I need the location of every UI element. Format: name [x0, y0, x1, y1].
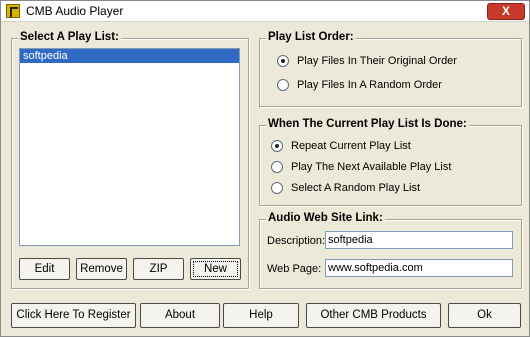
done-repeat-option[interactable]: Repeat Current Play List	[271, 138, 411, 154]
about-button[interactable]: About	[140, 303, 220, 328]
order-random-option[interactable]: Play Files In A Random Order	[277, 77, 442, 93]
remove-button[interactable]: Remove	[76, 258, 127, 280]
website-group: Audio Web Site Link:	[259, 212, 522, 289]
ok-button[interactable]: Ok	[448, 303, 521, 328]
description-field[interactable]: softpedia	[325, 231, 513, 249]
other-products-button[interactable]: Other CMB Products	[306, 303, 441, 328]
app-window: CMB Audio Player X Select A Play List: s…	[0, 0, 530, 337]
radio-label: Play Files In Their Original Order	[297, 55, 457, 67]
help-button[interactable]: Help	[223, 303, 299, 328]
title-bar: CMB Audio Player X	[1, 1, 529, 22]
list-item[interactable]: softpedia	[20, 49, 239, 63]
description-label: Description:	[267, 235, 326, 247]
close-button[interactable]: X	[487, 3, 525, 20]
done-group-title: When The Current Play List Is Done:	[266, 118, 469, 130]
done-next-option[interactable]: Play The Next Available Play List	[271, 159, 451, 175]
radio-button[interactable]	[277, 79, 289, 91]
webpage-label: Web Page:	[267, 263, 322, 275]
radio-button[interactable]	[277, 55, 289, 67]
register-button[interactable]: Click Here To Register	[11, 303, 136, 328]
order-group: Play List Order:	[259, 31, 522, 107]
new-button[interactable]: New	[190, 258, 241, 280]
radio-button[interactable]	[271, 161, 283, 173]
playlist-listbox[interactable]: softpedia	[19, 48, 240, 246]
webpage-field[interactable]: www.softpedia.com	[325, 259, 513, 277]
radio-label: Select A Random Play List	[291, 182, 421, 194]
radio-label: Repeat Current Play List	[291, 140, 411, 152]
zip-button[interactable]: ZIP	[133, 258, 184, 280]
website-group-title: Audio Web Site Link:	[266, 212, 385, 224]
window-title: CMB Audio Player	[26, 4, 124, 18]
order-group-title: Play List Order:	[266, 31, 356, 43]
app-icon	[6, 4, 20, 18]
order-original-option[interactable]: Play Files In Their Original Order	[277, 53, 457, 69]
radio-button[interactable]	[271, 182, 283, 194]
radio-label: Play The Next Available Play List	[291, 161, 452, 173]
radio-label: Play Files In A Random Order	[297, 79, 442, 91]
playlist-group-title: Select A Play List:	[18, 31, 121, 43]
radio-button[interactable]	[271, 140, 283, 152]
edit-button[interactable]: Edit	[19, 258, 70, 280]
done-random-option[interactable]: Select A Random Play List	[271, 180, 420, 196]
